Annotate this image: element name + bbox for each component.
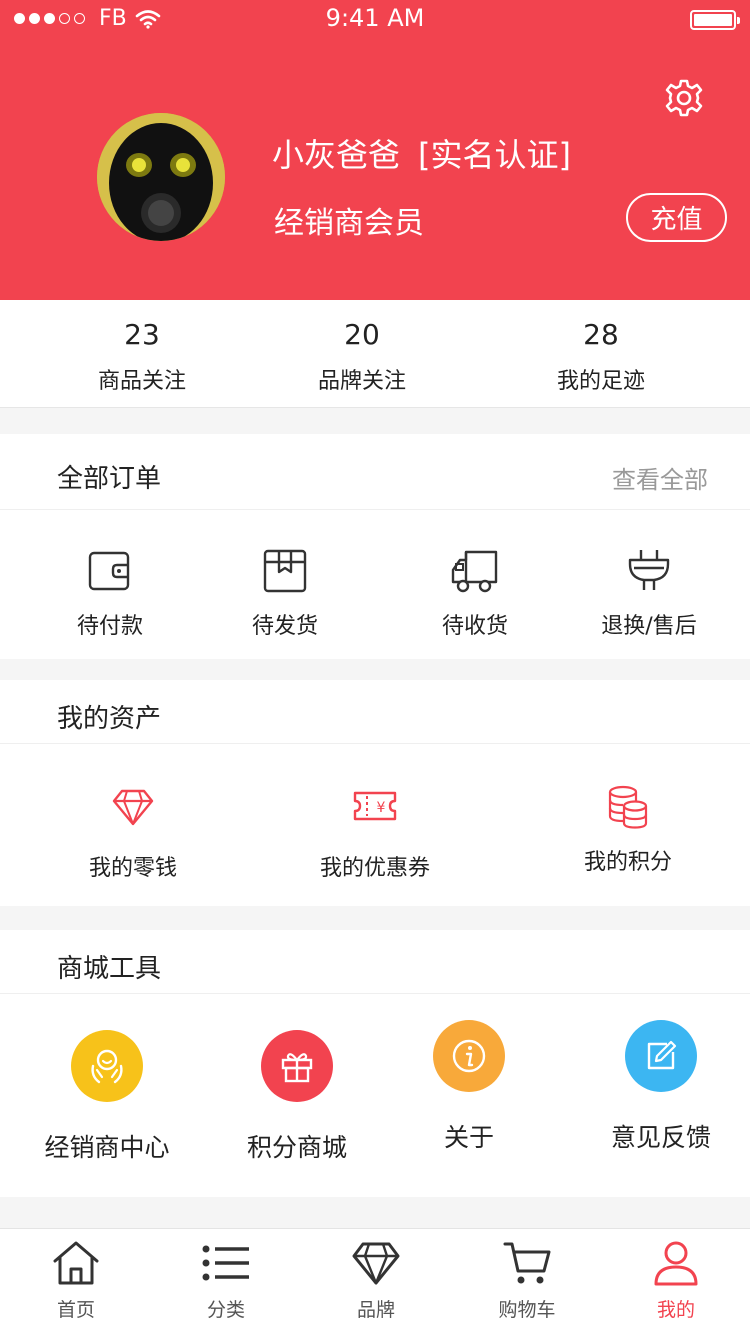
asset-change[interactable]: 我的零钱 xyxy=(73,788,193,882)
battery-icon xyxy=(690,10,740,30)
stat-value: 23 xyxy=(124,318,160,351)
tool-item-label: 积分商城 xyxy=(246,1133,347,1162)
feedback-badge xyxy=(625,1020,697,1092)
tab-label: 我的 xyxy=(656,1299,695,1321)
assets-header: 我的资产 xyxy=(0,680,750,744)
user-icon xyxy=(654,1241,698,1286)
svg-text:¥: ¥ xyxy=(377,800,386,816)
tab-category[interactable]: 分类 xyxy=(166,1239,286,1322)
edit-icon xyxy=(647,1040,677,1070)
order-item-label: 退换/售后 xyxy=(601,614,697,639)
verify-tag[interactable]: [实名认证] xyxy=(418,136,571,174)
assets-card: 我的资产 我的零钱 ¥ 我的优惠券 我的积分 xyxy=(0,680,750,906)
tool-dealer-center[interactable]: 经销商中心 xyxy=(37,1030,177,1164)
bottom-tabbar: 首页 分类 品牌 购物车 我的 xyxy=(0,1228,750,1334)
tool-about[interactable]: 关于 xyxy=(409,1020,529,1154)
dealer-center-badge xyxy=(71,1030,143,1102)
wallet-icon xyxy=(88,551,130,591)
asset-item-label: 我的优惠券 xyxy=(319,856,430,881)
user-name: 小灰爸爸 xyxy=(272,136,401,174)
avatar[interactable] xyxy=(97,113,225,241)
stat-brand-follow[interactable]: 20 品牌关注 xyxy=(272,318,452,395)
view-all-link[interactable]: 查看全部 xyxy=(612,460,708,495)
gear-icon[interactable] xyxy=(664,78,704,118)
diamond-icon xyxy=(112,789,154,826)
tab-label: 购物车 xyxy=(498,1299,556,1321)
tab-label: 首页 xyxy=(56,1299,95,1321)
tab-mine[interactable]: 我的 xyxy=(616,1239,736,1322)
stat-value: 20 xyxy=(344,318,380,351)
hands-icon xyxy=(91,1049,123,1084)
points-mall-badge xyxy=(261,1030,333,1102)
coins-icon xyxy=(608,785,648,829)
asset-points[interactable]: 我的积分 xyxy=(568,784,688,876)
home-icon xyxy=(53,1241,99,1285)
diamond-icon xyxy=(352,1242,400,1285)
stat-value: 28 xyxy=(583,318,619,351)
tab-label: 品牌 xyxy=(356,1299,395,1321)
orders-title: 全部订单 xyxy=(57,464,162,494)
order-item-label: 待收货 xyxy=(441,614,508,639)
list-icon xyxy=(202,1245,249,1281)
gift-icon xyxy=(281,1053,313,1083)
tools-title: 商城工具 xyxy=(57,954,162,984)
box-icon xyxy=(263,549,307,593)
assets-title: 我的资产 xyxy=(57,704,162,734)
coupon-icon: ¥ xyxy=(353,791,397,821)
stats-bar: 23 商品关注 20 品牌关注 28 我的足迹 xyxy=(0,300,750,408)
tools-header: 商城工具 xyxy=(0,930,750,994)
stat-product-follow[interactable]: 23 商品关注 xyxy=(52,318,232,395)
username: 小灰爸爸 [实名认证] xyxy=(272,130,571,176)
tab-cart[interactable]: 购物车 xyxy=(467,1239,587,1322)
cart-icon xyxy=(503,1242,551,1284)
gas-mask-avatar-icon xyxy=(97,113,225,241)
recharge-button[interactable]: 充值 xyxy=(626,193,727,242)
tools-card: 商城工具 经销商中心 积分商城 关于 意见反馈 xyxy=(0,930,750,1197)
tab-home[interactable]: 首页 xyxy=(16,1239,136,1322)
tab-label: 分类 xyxy=(206,1299,245,1321)
about-badge xyxy=(433,1020,505,1092)
tool-points-mall[interactable]: 积分商城 xyxy=(237,1030,357,1164)
stat-label: 我的足迹 xyxy=(556,369,645,394)
tool-item-label: 经销商中心 xyxy=(44,1133,170,1162)
order-pending-payment[interactable]: 待付款 xyxy=(55,548,165,640)
asset-item-label: 我的积分 xyxy=(583,850,672,875)
asset-item-label: 我的零钱 xyxy=(88,856,177,881)
asset-coupon[interactable]: ¥ 我的优惠券 xyxy=(305,788,445,882)
stat-footprint[interactable]: 28 我的足迹 xyxy=(511,318,691,395)
tool-item-label: 关于 xyxy=(443,1123,494,1152)
stat-label: 品牌关注 xyxy=(317,369,406,394)
order-item-label: 待发货 xyxy=(251,614,318,639)
plug-icon xyxy=(628,550,670,590)
order-item-label: 待付款 xyxy=(76,614,143,639)
info-icon xyxy=(452,1039,486,1073)
tool-item-label: 意见反馈 xyxy=(610,1123,711,1152)
truck-icon xyxy=(451,550,498,593)
status-time: 9:41 AM xyxy=(325,4,425,32)
orders-header[interactable]: 全部订单 查看全部 xyxy=(0,434,750,510)
order-pending-ship[interactable]: 待发货 xyxy=(230,548,340,640)
order-pending-receive[interactable]: 待收货 xyxy=(420,548,530,640)
tool-feedback[interactable]: 意见反馈 xyxy=(596,1020,726,1154)
member-level: 经销商会员 xyxy=(274,206,424,241)
tab-brand[interactable]: 品牌 xyxy=(316,1239,436,1322)
order-after-sales[interactable]: 退换/售后 xyxy=(590,548,708,640)
stat-label: 商品关注 xyxy=(97,369,186,394)
status-bar: FB 9:41 AM xyxy=(0,0,750,40)
profile-header: FB 9:41 AM 小灰爸爸 [实名认证] 经销商会员 充值 xyxy=(0,0,750,300)
orders-card: 全部订单 查看全部 待付款 待发货 待收货 退换/售后 xyxy=(0,434,750,659)
